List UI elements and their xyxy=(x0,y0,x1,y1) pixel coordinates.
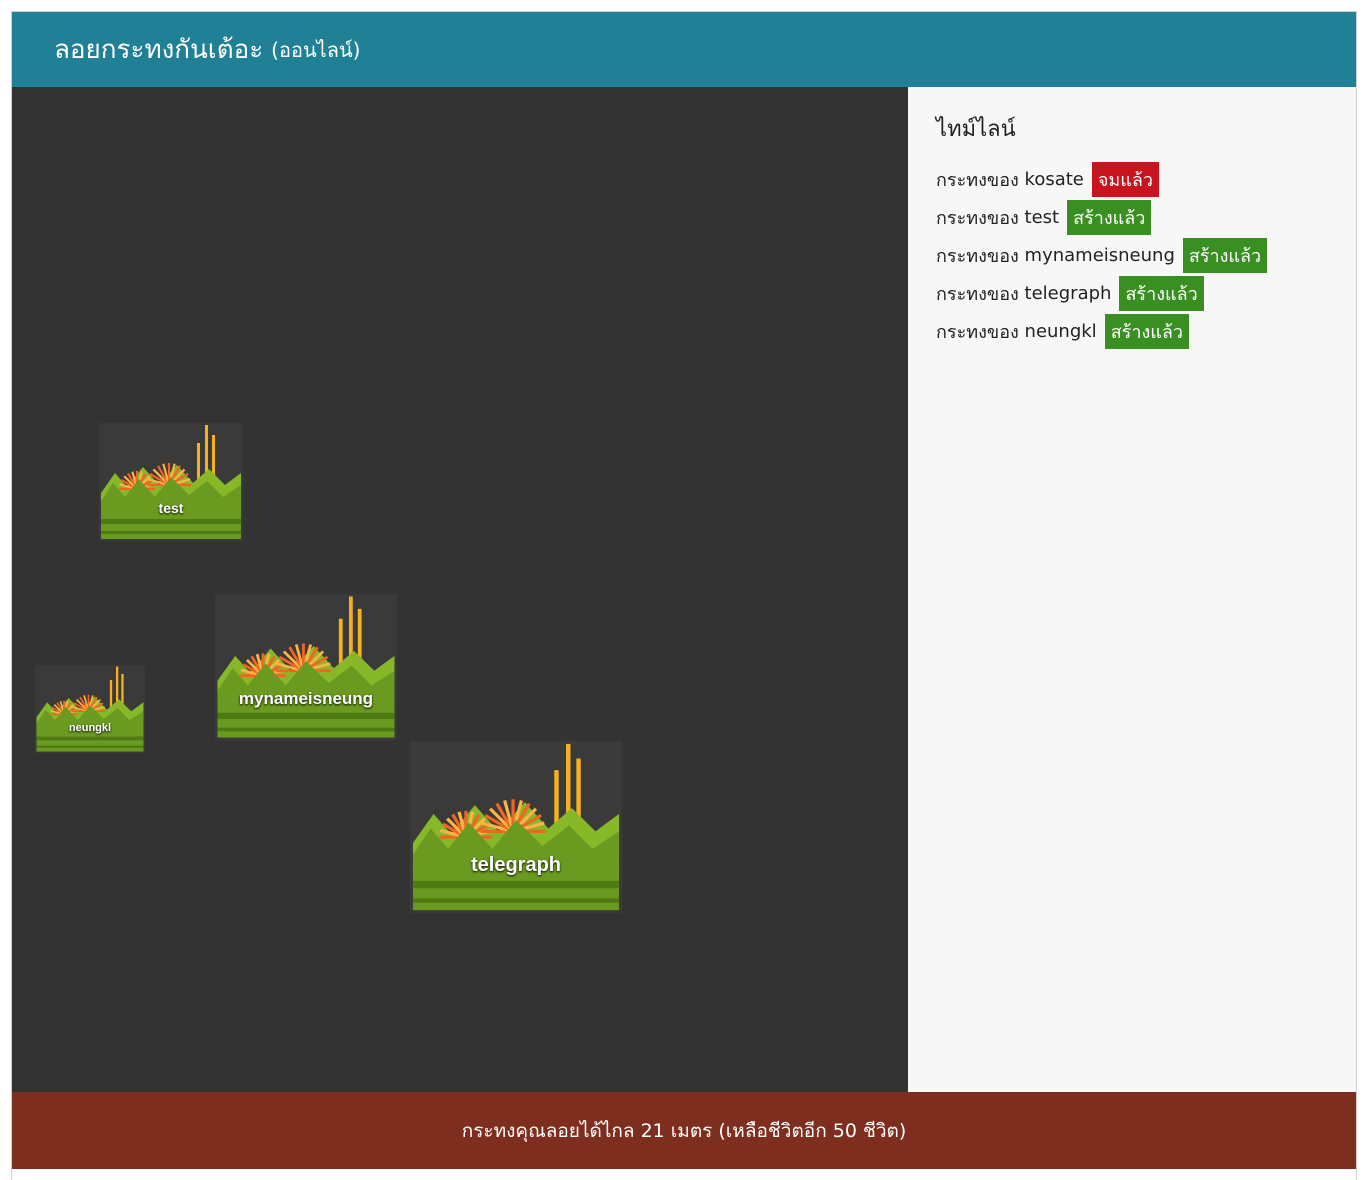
timeline-user: telegraph xyxy=(1024,282,1112,304)
timeline-user: mynameisneung xyxy=(1024,244,1175,266)
timeline-item: กระทงของ telegraph สร้างแล้ว xyxy=(936,274,1328,312)
krathong-neungkl[interactable]: neungkl xyxy=(35,665,145,753)
krathong-label: mynameisneung xyxy=(238,689,374,708)
krathong-telegraph[interactable]: telegraph xyxy=(410,741,622,913)
timeline-item: กระทงของ kosate จมแล้ว xyxy=(936,160,1328,198)
krathong-graphic xyxy=(99,423,243,541)
status-badge: สร้างแล้ว xyxy=(1182,237,1268,273)
base-stripe xyxy=(217,727,395,732)
timeline-prefix: กระทงของ xyxy=(936,321,1019,343)
distance-status: กระทงคุณลอยได้ไกล 21 เมตร (เหลือชีวิตอีก… xyxy=(461,1119,907,1142)
status-badge: สร้างแล้ว xyxy=(1067,199,1152,235)
base-stripe xyxy=(412,898,620,903)
timeline-user: neungkl xyxy=(1024,320,1097,342)
base-stripe xyxy=(412,880,620,889)
krathong-mynameisneung[interactable]: mynameisneung xyxy=(215,594,397,740)
river-canvas[interactable]: test mynameisneung neungkl telegraph xyxy=(12,87,908,1092)
krathong-test[interactable]: test xyxy=(99,423,243,541)
timeline-list: กระทงของ kosate จมแล้ว กระทงของ test สร้… xyxy=(936,160,1328,350)
timeline-user: kosate xyxy=(1024,168,1084,190)
base-stripe xyxy=(101,531,241,534)
timeline-prefix: กระทงของ xyxy=(936,245,1019,267)
status-badge: สร้างแล้ว xyxy=(1104,313,1189,349)
base-stripe xyxy=(217,712,395,719)
status-badge: จมแล้ว xyxy=(1091,161,1160,197)
timeline-prefix: กระทงของ xyxy=(936,283,1019,305)
app-subtitle: (ออนไลน์) xyxy=(271,37,361,62)
base-stripe xyxy=(101,519,241,524)
app-title: ลอยกระทงกันเต้อะ xyxy=(54,35,264,65)
timeline-item: กระทงของ test สร้างแล้ว xyxy=(936,198,1328,236)
krathong-label: neungkl xyxy=(68,722,112,734)
timeline-item: กระทงของ mynameisneung สร้างแล้ว xyxy=(936,236,1328,274)
status-footer: กระทงคุณลอยได้ไกล 21 เมตร (เหลือชีวิตอีก… xyxy=(12,1092,1356,1169)
timeline-title: ไทม์ไลน์ xyxy=(936,117,1016,142)
krathong-label: test xyxy=(158,500,184,516)
status-badge: สร้างแล้ว xyxy=(1119,275,1204,311)
app-frame: ลอยกระทงกันเต้อะ (ออนไลน์) test mynameis… xyxy=(11,11,1357,1180)
timeline-user: test xyxy=(1024,206,1060,228)
timeline-prefix: กระทงของ xyxy=(936,169,1019,191)
app-header: ลอยกระทงกันเต้อะ (ออนไลน์) xyxy=(12,12,1356,87)
krathong-graphic xyxy=(410,741,622,913)
timeline-item: กระทงของ neungkl สร้างแล้ว xyxy=(936,312,1328,350)
timeline-prefix: กระทงของ xyxy=(936,207,1019,229)
krathong-graphic xyxy=(35,665,145,753)
base-stripe xyxy=(36,745,144,748)
krathong-graphic xyxy=(215,594,397,740)
base-stripe xyxy=(36,736,144,741)
krathong-label: telegraph xyxy=(470,854,562,876)
timeline-panel: ไทม์ไลน์ กระทงของ kosate จมแล้ว กระทงของ… xyxy=(908,87,1356,1092)
